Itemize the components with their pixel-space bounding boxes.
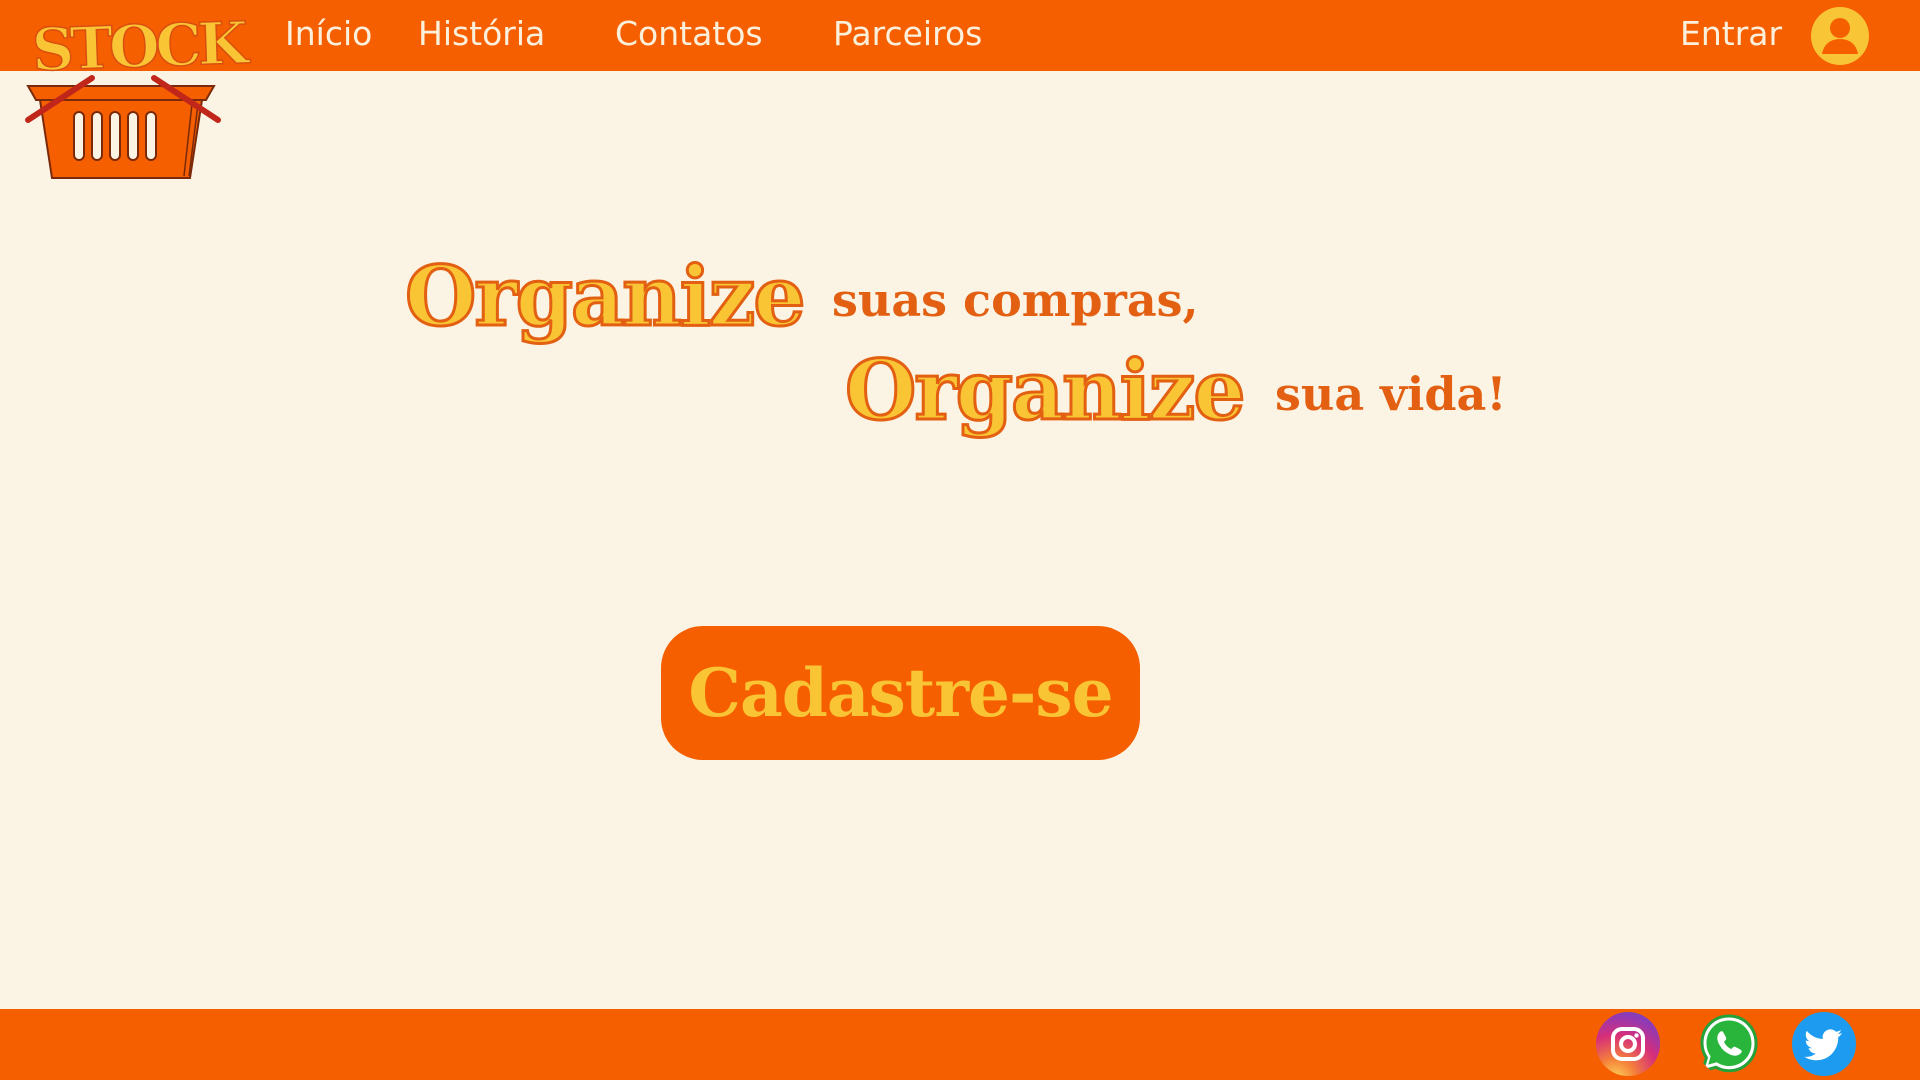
nav-historia[interactable]: História (418, 14, 545, 54)
twitter-icon[interactable] (1792, 1012, 1856, 1076)
user-avatar-icon[interactable] (1811, 7, 1869, 65)
hero-organize-1: Organize (404, 248, 808, 347)
login-link[interactable]: Entrar (1680, 14, 1782, 54)
hero-organize-2: Organize (844, 342, 1248, 441)
whatsapp-icon[interactable] (1697, 1012, 1761, 1076)
hero-tagline-2: sua vida! (1275, 367, 1507, 421)
nav-parceiros[interactable]: Parceiros (833, 14, 982, 54)
nav-inicio[interactable]: Início (285, 14, 372, 54)
signup-button[interactable]: Cadastre-se (661, 626, 1140, 760)
nav-contatos[interactable]: Contatos (615, 14, 763, 54)
hero-tagline-1: suas compras, (832, 273, 1199, 327)
shopping-basket-icon (25, 75, 221, 179)
instagram-icon[interactable] (1596, 1012, 1660, 1076)
stock-logo[interactable]: STOCK (22, 8, 246, 179)
